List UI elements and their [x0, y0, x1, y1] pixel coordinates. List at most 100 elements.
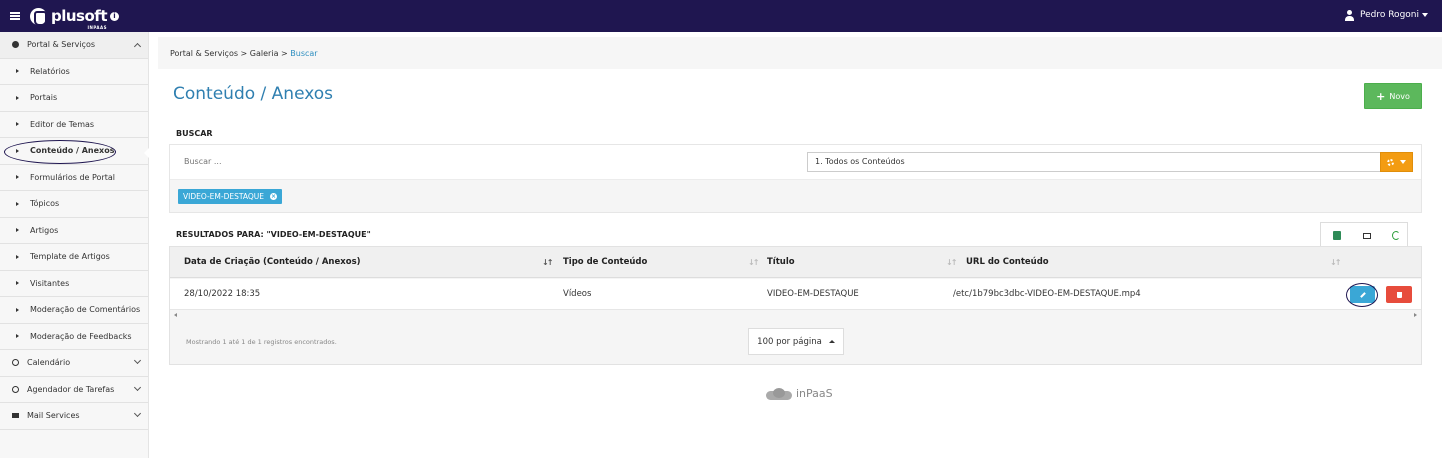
remove-tag-icon[interactable]: ×	[270, 193, 277, 200]
search-input[interactable]	[184, 157, 484, 166]
sort-icon[interactable]: ↓↑	[946, 258, 957, 267]
user-menu[interactable]: Pedro Rogoni	[1344, 10, 1428, 21]
sidebar-item-relatorios[interactable]: Relatórios	[0, 59, 148, 85]
plusoft-logo-mark	[30, 7, 47, 26]
caret-down-icon	[1400, 160, 1406, 164]
sort-icon[interactable]: ↓↑	[1330, 258, 1341, 267]
chevron-down-icon	[133, 356, 142, 365]
sidebar: Portal & Serviços Relatórios Portais Edi…	[0, 32, 149, 458]
column-header-title[interactable]: Título	[767, 247, 795, 277]
sidebar-item-label: Tópicos	[30, 199, 60, 209]
sidebar-item-label: Relatórios	[30, 66, 70, 76]
sidebar-item-template-de-artigos[interactable]: Template de Artigos	[0, 244, 148, 271]
caret-right-icon	[16, 122, 19, 127]
mail-icon	[12, 413, 19, 419]
trash-icon	[1396, 291, 1402, 298]
sidebar-item-editor-de-temas[interactable]: Editor de Temas	[0, 112, 148, 138]
cell-type: Vídeos	[563, 289, 592, 299]
globe-icon	[12, 41, 19, 49]
page-title: Conteúdo / Anexos	[173, 84, 334, 104]
results-table: Data de Criação (Conteúdo / Anexos) ↓↑ T…	[169, 246, 1422, 365]
table-row: 28/10/2022 18:35 Vídeos VIDEO-EM-DESTAQU…	[170, 279, 1421, 310]
cell-date: 28/10/2022 18:35	[184, 289, 261, 299]
highlight-circle-annotation	[1346, 283, 1378, 307]
sidebar-item-formularios-de-portal[interactable]: Formulários de Portal	[0, 165, 148, 191]
results-heading: RESULTADOS PARA: "VIDEO-EM-DESTAQUE"	[176, 230, 371, 239]
sidebar-item-conteudo-anexos[interactable]: Conteúdo / Anexos	[0, 138, 149, 165]
top-bar: plusoft INPAAS i Pedro Rogoni	[0, 0, 1442, 32]
per-page-select[interactable]: 100 por página	[748, 328, 844, 355]
chevron-down-icon	[133, 383, 142, 391]
inpaas-footer-logo: inPaaS	[762, 387, 833, 400]
user-icon	[1344, 10, 1354, 21]
breadcrumb: Portal & Serviços > Galeria > Buscar	[158, 37, 1442, 69]
excel-export-icon[interactable]	[1333, 231, 1341, 240]
sort-icon[interactable]: ↓↑	[748, 258, 759, 267]
sidebar-item-label: Template de Artigos	[30, 252, 110, 262]
clock-icon	[12, 359, 19, 367]
sidebar-item-moderacao-de-feedbacks[interactable]: Moderação de Feedbacks	[0, 324, 148, 350]
scroll-left-icon[interactable]	[174, 313, 177, 317]
info-icon[interactable]: i	[110, 12, 119, 21]
gear-icon	[1387, 158, 1394, 166]
sidebar-item-moderacao-de-comentarios[interactable]: Moderação de Comentários	[0, 297, 148, 324]
sidebar-item-artigos[interactable]: Artigos	[0, 218, 148, 244]
sidebar-item-label: Formulários de Portal	[30, 172, 115, 182]
logo-name: plusoft	[51, 7, 108, 25]
plusoft-logo[interactable]: plusoft INPAAS	[30, 5, 108, 30]
main-content: Portal & Serviços > Galeria > Buscar Con…	[149, 32, 1442, 458]
sidebar-section-label: Calendário	[27, 358, 71, 368]
records-info: Mostrando 1 até 1 de 1 registros encontr…	[186, 338, 337, 346]
scroll-right-icon[interactable]	[1414, 313, 1417, 317]
breadcrumb-path[interactable]: Portal & Serviços > Galeria >	[170, 49, 290, 58]
column-header-url[interactable]: URL do Conteúdo	[966, 247, 1049, 277]
column-header-date[interactable]: Data de Criação (Conteúdo / Anexos)	[184, 247, 361, 277]
search-row: 1. Todos os Conteúdos	[170, 145, 1421, 180]
caret-right-icon	[16, 175, 19, 180]
sidebar-section-label: Mail Services	[27, 411, 80, 421]
content-type-select[interactable]: 1. Todos os Conteúdos	[807, 152, 1381, 172]
sidebar-section-agendador-de-tarefas[interactable]: Agendador de Tarefas	[0, 377, 148, 403]
breadcrumb-current: Buscar	[290, 48, 318, 58]
caret-right-icon	[16, 307, 19, 312]
new-button[interactable]: + Novo	[1364, 83, 1422, 109]
highlight-circle-annotation	[4, 140, 116, 164]
search-panel: 1. Todos os Conteúdos VIDEO-EM-DESTAQUE …	[169, 144, 1422, 213]
sidebar-item-label: Editor de Temas	[30, 119, 95, 129]
user-name: Pedro Rogoni	[1359, 10, 1419, 20]
per-page-label: 100 por página	[757, 336, 822, 347]
sidebar-item-label: Moderação de Feedbacks	[30, 331, 132, 341]
filter-tag[interactable]: VIDEO-EM-DESTAQUE ×	[178, 189, 282, 204]
export-toolbar	[1320, 222, 1408, 246]
column-header-type[interactable]: Tipo de Conteúdo	[563, 247, 647, 277]
sidebar-item-label: Moderação de Comentários	[30, 305, 141, 315]
sidebar-section-mail-services[interactable]: Mail Services	[0, 403, 148, 430]
chevron-down-icon	[133, 409, 142, 418]
caret-right-icon	[16, 281, 19, 286]
chevron-up-icon	[133, 42, 142, 51]
sidebar-item-visitantes[interactable]: Visitantes	[0, 271, 148, 297]
clock-icon	[12, 385, 19, 393]
caret-right-icon	[16, 95, 19, 100]
print-icon[interactable]	[1363, 233, 1371, 239]
delete-button[interactable]	[1386, 286, 1412, 303]
sort-desc-icon[interactable]: ↓↑	[542, 258, 553, 267]
search-heading: BUSCAR	[176, 129, 213, 138]
sidebar-item-label: Artigos	[30, 225, 59, 235]
cloud-logo-icon	[762, 387, 794, 400]
sidebar-section-calendario[interactable]: Calendário	[0, 350, 148, 377]
sidebar-item-topicos[interactable]: Tópicos	[0, 191, 148, 218]
logo-text: plusoft INPAAS	[51, 7, 108, 30]
cell-url: /etc/1b79bc3dbc-VIDEO-EM-DESTAQUE.mp4	[953, 289, 1141, 299]
hamburger-menu-icon[interactable]	[10, 12, 20, 20]
plus-icon: +	[1376, 89, 1386, 103]
logo-subtitle: INPAAS	[87, 25, 107, 30]
refresh-icon[interactable]	[1392, 231, 1400, 240]
caret-right-icon	[16, 201, 19, 206]
sidebar-item-portais[interactable]: Portais	[0, 85, 148, 112]
caret-down-icon	[1422, 13, 1428, 17]
sidebar-section-portal-servicos[interactable]: Portal & Serviços	[0, 32, 148, 59]
search-options-button[interactable]	[1380, 152, 1413, 172]
horizontal-scrollbar[interactable]	[170, 311, 1421, 320]
sidebar-item-label: Portais	[30, 93, 58, 103]
